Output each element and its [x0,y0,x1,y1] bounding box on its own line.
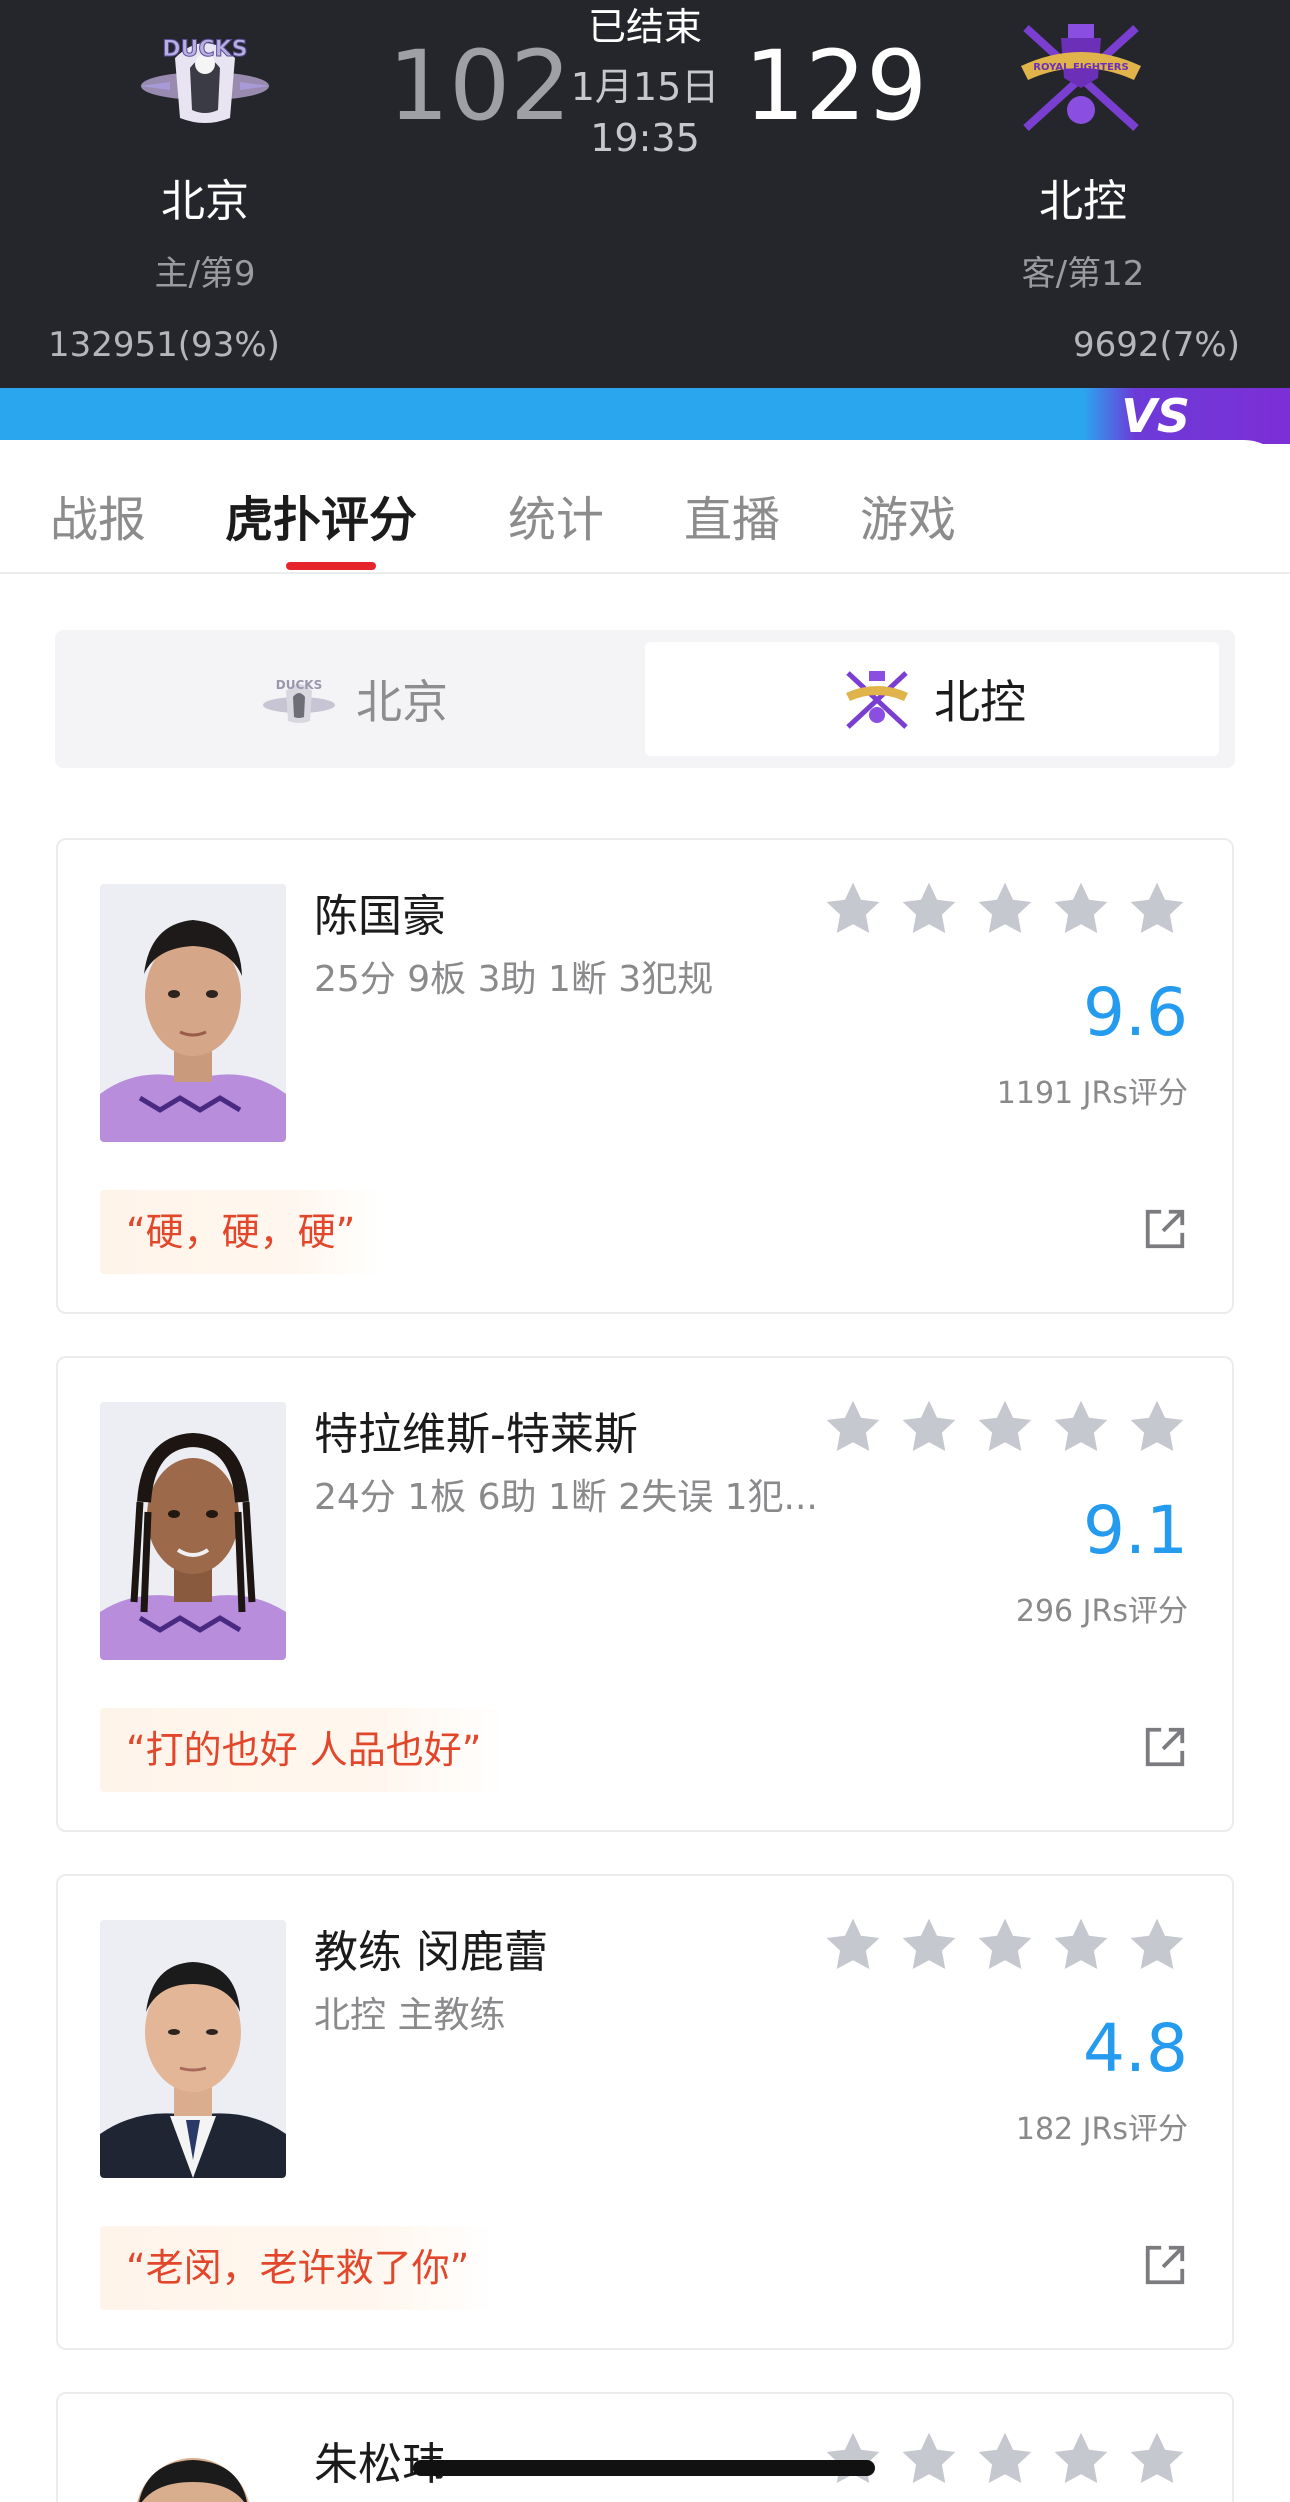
away-team-name[interactable]: 北控 [973,165,1193,229]
coach-photo [100,2438,286,2502]
support-ratio-bar [0,388,1290,444]
top-comment[interactable]: “打的也好 人品也好” [100,1708,508,1792]
match-time: 19:35 [590,116,700,160]
tab-hupu-rating[interactable]: 虎扑评分 [225,480,417,550]
switch-away-team[interactable]: 北控 [645,642,1219,756]
match-status: 已结束 [587,5,702,49]
star-rating-input[interactable] [822,2428,1188,2490]
team-switcher: DUCKS 北京 北控 [55,630,1235,768]
tab-bar: 战报 虎扑评分 统计 直播 游戏 [0,440,1290,574]
player-rating-card[interactable]: 陈国豪 25分 9板 3助 1断 3犯规 9.6 1191 JRs评分 “硬，硬… [56,838,1234,1314]
home-team-rank: 主/第9 [154,254,256,294]
active-tab-indicator [286,562,376,570]
away-support-count: 9692(7%) [1073,325,1240,365]
coach-name: 教练 闵鹿蕾 [314,1927,548,1978]
player-stats: 24分 1板 6助 1断 2失误 1犯... [314,1477,818,1518]
ducks-logo[interactable]: DUCKS [130,18,280,138]
svg-text:DUCKS: DUCKS [276,678,322,692]
rating-count: 1191 JRs评分 [996,1076,1188,1111]
tab-games[interactable]: 游戏 [860,480,956,550]
average-rating: 9.6 [1083,974,1188,1051]
star-icon[interactable] [1126,878,1188,940]
svg-text:ROYAL FIGHTERS: ROYAL FIGHTERS [1033,62,1128,73]
star-icon[interactable] [822,2428,884,2490]
star-rating-input[interactable] [822,1396,1188,1458]
average-rating: 4.8 [1083,2010,1188,2087]
external-link-icon[interactable] [1142,1206,1188,1252]
star-icon[interactable] [822,1914,884,1976]
tab-stats[interactable]: 统计 [508,480,604,550]
average-rating: 9.1 [1083,1492,1188,1569]
star-icon[interactable] [1050,1914,1112,1976]
star-icon[interactable] [1050,1396,1112,1458]
star-icon[interactable] [822,1396,884,1458]
star-icon[interactable] [974,878,1036,940]
switch-home-label: 北京 [356,675,448,729]
player-photo [100,884,286,1142]
home-support-count: 132951(93%) [48,325,280,365]
external-link-icon[interactable] [1142,1724,1188,1770]
home-indicator[interactable] [413,2460,875,2476]
home-score: 102 [388,30,572,142]
star-icon[interactable] [1050,878,1112,940]
star-icon[interactable] [974,2428,1036,2490]
switch-home-team[interactable]: DUCKS 北京 [67,642,641,756]
switch-away-label: 北控 [934,675,1026,729]
star-icon[interactable] [974,1396,1036,1458]
top-comment[interactable]: “老闵，老许救了你” [100,2226,496,2310]
coach-photo [100,1920,286,2178]
royal-fighters-mini-logo [846,671,908,729]
royal-fighters-logo[interactable]: ROYAL FIGHTERS [1006,18,1156,138]
player-rating-card[interactable]: 朱松玮 [56,2392,1234,2502]
away-score: 129 [744,30,928,142]
top-comment[interactable]: “硬，硬，硬” [100,1190,382,1274]
coach-role: 北控 主教练 [314,1995,506,2036]
star-icon[interactable] [974,1914,1036,1976]
star-icon[interactable] [898,1396,960,1458]
tab-live[interactable]: 直播 [684,480,780,550]
star-icon[interactable] [898,1914,960,1976]
ducks-mini-logo: DUCKS [263,678,335,723]
star-icon[interactable] [898,2428,960,2490]
away-team-rank: 客/第12 [1021,254,1145,294]
player-rating-card[interactable]: 特拉维斯-特莱斯 24分 1板 6助 1断 2失误 1犯... 9.1 296 … [56,1356,1234,1832]
star-icon[interactable] [898,878,960,940]
player-stats: 25分 9板 3助 1断 3犯规 [314,959,714,1000]
svg-text:DUCKS: DUCKS [162,37,247,62]
external-link-icon[interactable] [1142,2242,1188,2288]
player-name: 陈国豪 [314,891,446,942]
player-photo [100,1402,286,1660]
star-icon[interactable] [1126,1396,1188,1458]
rating-count: 182 JRs评分 [1015,2112,1188,2147]
star-rating-input[interactable] [822,878,1188,940]
match-header: DUCKS ROYAL FIGHTERS 北京 北控 主/第9 客/第12 13… [0,0,1290,388]
player-name: 特拉维斯-特莱斯 [314,1409,638,1460]
player-rating-card[interactable]: 教练 闵鹿蕾 北控 主教练 4.8 182 JRs评分 “老闵，老许救了你” [56,1874,1234,2350]
star-icon[interactable] [1126,1914,1188,1976]
rating-count: 296 JRs评分 [1015,1594,1188,1629]
tab-report[interactable]: 战报 [50,480,146,550]
star-icon[interactable] [822,878,884,940]
star-icon[interactable] [1050,2428,1112,2490]
home-team-name[interactable]: 北京 [95,165,315,229]
star-icon[interactable] [1126,2428,1188,2490]
match-date: 1月15日 [570,65,720,109]
star-rating-input[interactable] [822,1914,1188,1976]
vs-icon: VS [1121,389,1190,443]
